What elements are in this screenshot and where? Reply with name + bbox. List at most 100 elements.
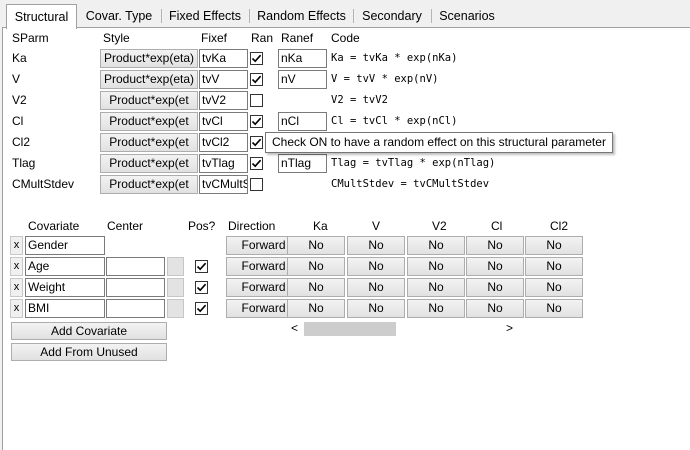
covariate-name-field[interactable]: BMI [25, 299, 105, 318]
center-field[interactable] [106, 278, 165, 297]
code-text: CMultStdev = tvCMultStdev [331, 178, 490, 190]
header-param-cl: Cl [491, 219, 503, 233]
add-from-unused-button[interactable]: Add From Unused [11, 343, 167, 361]
code-text: Cl = tvCl * exp(nCl) [331, 115, 458, 127]
covariate-effect-button[interactable]: No [347, 236, 405, 255]
parameter-name: Cl [12, 114, 24, 128]
style-button[interactable]: Product*exp(et [100, 154, 198, 173]
style-button[interactable]: Product*exp(eta) [100, 49, 198, 68]
style-button[interactable]: Product*exp(et [100, 175, 198, 194]
header-param-cl2: Cl2 [550, 219, 569, 233]
pos-checkbox[interactable] [195, 281, 208, 294]
header-param-ka: Ka [313, 219, 328, 233]
code-text: Tlag = tvTlag * exp(nTlag) [331, 157, 496, 169]
tab-separator [353, 9, 354, 23]
ran-checkbox[interactable] [250, 94, 263, 107]
covariate-effect-button[interactable]: No [525, 278, 583, 297]
tab-structural[interactable]: Structural [6, 4, 77, 29]
ranef-field[interactable]: nV [278, 70, 327, 89]
center-field[interactable] [106, 257, 165, 276]
covariate-effect-button[interactable]: No [287, 278, 345, 297]
parameter-name: V [12, 72, 21, 86]
covariate-effect-button[interactable]: No [466, 278, 524, 297]
parameter-name: V2 [12, 93, 27, 107]
header-code: Code [331, 31, 360, 45]
remove-covariate-button[interactable]: x [10, 236, 23, 255]
header-param-v2: V2 [432, 219, 447, 233]
tab-bar: Structural Covar. Type Fixed Effects Ran… [0, 0, 690, 29]
covariate-name-field[interactable]: Age [25, 257, 105, 276]
tab-separator [431, 9, 432, 23]
style-button[interactable]: Product*exp(et [100, 91, 198, 110]
add-covariate-button[interactable]: Add Covariate [11, 322, 167, 340]
covariate-effect-button[interactable]: No [466, 236, 524, 255]
covariate-effect-button[interactable]: No [407, 236, 465, 255]
covariate-effect-button[interactable]: No [466, 257, 524, 276]
tab-covar-type[interactable]: Covar. Type [80, 6, 158, 26]
ran-checkbox[interactable] [250, 52, 263, 65]
covariate-effect-button[interactable]: No [525, 257, 583, 276]
header-ran: Ran [251, 31, 274, 45]
parameter-name: CMultStdev [12, 177, 75, 191]
tab-fixed-effects[interactable]: Fixed Effects [165, 6, 245, 26]
ran-checkbox[interactable] [250, 136, 263, 149]
scroll-right-button[interactable]: > [506, 321, 513, 335]
style-button[interactable]: Product*exp(eta) [100, 70, 198, 89]
center-picker-button[interactable] [167, 278, 184, 297]
covariate-effect-button[interactable]: No [347, 299, 405, 318]
remove-covariate-button[interactable]: x [10, 278, 23, 297]
style-button[interactable]: Product*exp(et [100, 112, 198, 131]
covariate-effect-button[interactable]: No [347, 257, 405, 276]
pos-checkbox[interactable] [195, 260, 208, 273]
ranef-field[interactable]: nKa [278, 49, 327, 68]
tab-random-effects[interactable]: Random Effects [253, 6, 350, 26]
covariate-effect-button[interactable]: No [466, 299, 524, 318]
ran-checkbox[interactable] [250, 178, 263, 191]
covariate-effect-button[interactable]: No [407, 299, 465, 318]
covariate-effect-button[interactable]: No [407, 278, 465, 297]
covariate-name-field[interactable]: Weight [25, 278, 105, 297]
covariate-effect-button[interactable]: No [525, 299, 583, 318]
tab-scenarios[interactable]: Scenarios [435, 6, 499, 26]
style-button[interactable]: Product*exp(et [100, 133, 198, 152]
header-param-v: V [372, 219, 381, 233]
fixef-field[interactable]: tvTlag [199, 154, 248, 173]
tab-secondary[interactable]: Secondary [357, 6, 427, 26]
pos-checkbox[interactable] [195, 302, 208, 315]
header-center: Center [107, 219, 144, 233]
center-field[interactable] [106, 299, 165, 318]
fixef-field[interactable]: tvKa [199, 49, 248, 68]
random-effect-tooltip: Check ON to have a random effect on this… [265, 132, 613, 153]
header-sparm: SParm [12, 31, 49, 45]
code-text: V = tvV * exp(nV) [331, 73, 439, 85]
center-picker-button[interactable] [167, 299, 184, 318]
covariate-name-field[interactable]: Gender [25, 236, 105, 255]
fixef-field[interactable]: tvCl [199, 112, 248, 131]
covariate-effect-button[interactable]: No [347, 278, 405, 297]
fixef-field[interactable]: tvCMultSt [199, 175, 248, 194]
ran-checkbox[interactable] [250, 73, 263, 86]
covariate-effect-button[interactable]: No [525, 236, 583, 255]
header-covariate: Covariate [28, 219, 80, 233]
scroll-left-button[interactable]: < [291, 321, 298, 335]
fixef-field[interactable]: tvCl2 [199, 133, 248, 152]
covariate-effect-button[interactable]: No [407, 257, 465, 276]
ranef-field[interactable]: nTlag [278, 154, 327, 173]
covariate-effect-button[interactable]: No [287, 236, 345, 255]
parameter-name: Tlag [12, 156, 36, 170]
fixef-field[interactable]: tvV [199, 70, 248, 89]
fixef-field[interactable]: tvV2 [199, 91, 248, 110]
header-style: Style [103, 31, 130, 45]
code-text: Ka = tvKa * exp(nKa) [331, 52, 458, 64]
horizontal-scrollbar-thumb[interactable] [304, 322, 396, 336]
parameter-name: Ka [12, 51, 27, 65]
remove-covariate-button[interactable]: x [10, 257, 23, 276]
header-direction: Direction [228, 219, 276, 233]
ranef-field[interactable]: nCl [278, 112, 327, 131]
center-picker-button[interactable] [167, 257, 184, 276]
ran-checkbox[interactable] [250, 157, 263, 170]
covariate-effect-button[interactable]: No [287, 299, 345, 318]
remove-covariate-button[interactable]: x [10, 299, 23, 318]
covariate-effect-button[interactable]: No [287, 257, 345, 276]
ran-checkbox[interactable] [250, 115, 263, 128]
